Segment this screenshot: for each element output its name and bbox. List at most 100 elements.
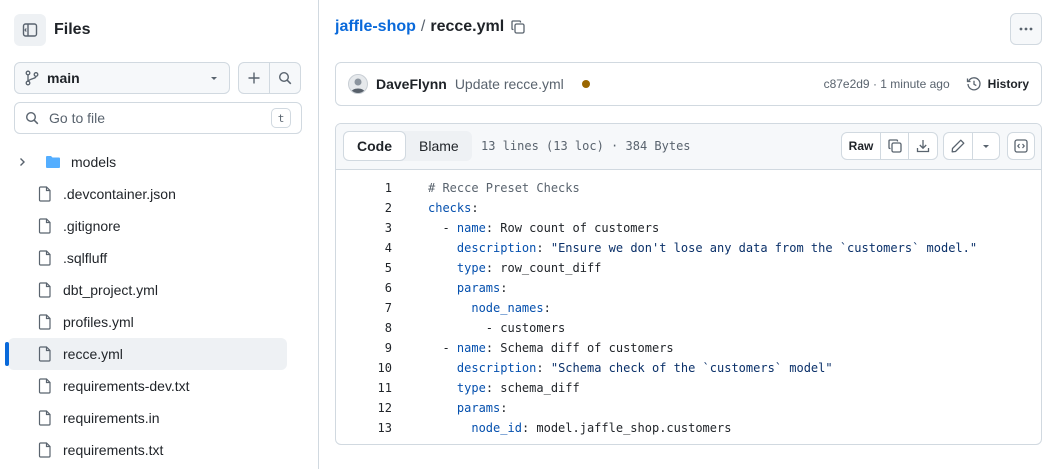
tree-file[interactable]: requirements.txt	[8, 434, 287, 466]
code-line: 11 type: schema_diff	[336, 378, 1041, 398]
commit-author[interactable]: DaveFlynn	[376, 76, 447, 92]
line-number[interactable]: 8	[336, 321, 392, 335]
code-token: description	[456, 361, 537, 375]
code-token: params	[456, 281, 501, 295]
edit-file-button[interactable]	[943, 132, 973, 160]
code-token: : Schema diff of customers	[485, 341, 674, 355]
copy-raw-button[interactable]	[880, 132, 909, 160]
tree-file[interactable]: dbt_project.yml	[8, 274, 287, 306]
history-label: History	[987, 77, 1029, 91]
line-number[interactable]: 9	[336, 341, 392, 355]
line-number[interactable]: 10	[336, 361, 392, 375]
code-line: 12 params:	[336, 398, 1041, 418]
line-number[interactable]: 5	[336, 261, 392, 275]
code-token: :	[543, 301, 551, 315]
go-to-file-placeholder: Go to file	[49, 110, 106, 126]
search-files-button[interactable]	[269, 62, 301, 94]
tree-file[interactable]: requirements.in	[8, 402, 287, 434]
line-number[interactable]: 3	[336, 221, 392, 235]
symbols-panel-button[interactable]	[1007, 132, 1035, 160]
tree-item-name: dbt_project.yml	[63, 282, 158, 298]
edit-options-dropdown[interactable]	[972, 132, 1000, 160]
code-line: 7 node_names:	[336, 298, 1041, 318]
branch-selector[interactable]: main	[14, 62, 230, 94]
code-line: 10 description: "Schema check of the `cu…	[336, 358, 1041, 378]
code-line: 6 params:	[336, 278, 1041, 298]
tree-item-name: requirements.txt	[63, 442, 164, 458]
line-content: params:	[428, 401, 508, 415]
history-button[interactable]: History	[966, 76, 1029, 92]
line-number[interactable]: 12	[336, 401, 392, 415]
file-view: jaffle-shop / recce.yml DaveFlynn Update…	[320, 0, 1059, 469]
tab-code[interactable]: Code	[343, 131, 406, 161]
tree-file[interactable]: profiles.yml	[8, 306, 287, 338]
go-to-file-input[interactable]: Go to file t	[14, 102, 302, 134]
tree-file[interactable]: requirements-dev.txt	[8, 370, 287, 402]
chevron-right-icon[interactable]	[14, 157, 30, 167]
file-tree: models .devcontainer.json .gitignore .sqlfl…	[0, 146, 319, 466]
branch-name: main	[47, 70, 80, 86]
commit-meta[interactable]: c87e2d9 · 1 minute ago	[824, 77, 950, 91]
line-number[interactable]: 13	[336, 421, 392, 435]
code-line: 8 - customers	[336, 318, 1041, 338]
code-token: node_id	[471, 421, 522, 435]
line-content: description: "Schema check of the `custo…	[428, 361, 833, 375]
line-content: type: row_count_diff	[428, 261, 602, 275]
history-icon	[966, 77, 981, 91]
code-token: name	[456, 341, 486, 355]
file-icon	[36, 378, 54, 394]
commit-status-dot[interactable]	[581, 80, 590, 88]
tree-item-name: models	[71, 154, 117, 170]
download-button[interactable]	[908, 132, 938, 160]
line-content: - name: Row count of customers	[428, 221, 659, 235]
tab-blame[interactable]: Blame	[406, 131, 472, 161]
line-content: # Recce Preset Checks	[428, 181, 580, 195]
code-token: :	[500, 401, 508, 415]
code-token: type	[456, 381, 486, 395]
triangle-down-icon	[211, 77, 217, 80]
more-options-button[interactable]	[1010, 13, 1042, 45]
code-token: node_names	[471, 301, 544, 315]
line-number[interactable]: 6	[336, 281, 392, 295]
tree-folder[interactable]: models	[8, 146, 287, 178]
copy-path-button[interactable]	[510, 19, 526, 35]
commit-message[interactable]: Update recce.yml	[455, 76, 564, 92]
line-number[interactable]: 11	[336, 381, 392, 395]
code-token: name	[456, 221, 486, 235]
file-icon	[36, 186, 54, 202]
code-viewer-header: Code Blame 13 lines (13 loc) · 384 Bytes…	[336, 124, 1041, 170]
file-info: 13 lines (13 loc) · 384 Bytes	[481, 139, 691, 153]
code-token: "Ensure we don't lose any data from the …	[550, 241, 978, 255]
code-content[interactable]: 1 # Recce Preset Checks 2 checks: 3 - name: …	[336, 178, 1041, 438]
file-icon	[36, 218, 54, 234]
line-number[interactable]: 4	[336, 241, 392, 255]
tree-file[interactable]: .sqlfluff	[8, 242, 287, 274]
line-number[interactable]: 2	[336, 201, 392, 215]
code-line: 13 node_id: model.jaffle_shop.customers	[336, 418, 1041, 438]
line-content: type: schema_diff	[428, 381, 580, 395]
collapse-sidebar-button[interactable]	[14, 14, 46, 46]
file-tree-sidebar: Files main Go to file t models .devcontai…	[0, 0, 319, 469]
code-token: : row_count_diff	[485, 261, 602, 275]
avatar[interactable]	[348, 74, 368, 94]
raw-button[interactable]: Raw	[841, 132, 881, 160]
tree-file[interactable]: .devcontainer.json	[8, 178, 287, 210]
code-token: : schema_diff	[485, 381, 580, 395]
sidebar-collapse-icon	[22, 23, 38, 37]
tree-file[interactable]: .gitignore	[8, 210, 287, 242]
line-number[interactable]: 7	[336, 301, 392, 315]
line-content: checks:	[428, 201, 479, 215]
code-token: description	[456, 241, 537, 255]
breadcrumb-repo-link[interactable]: jaffle-shop	[335, 18, 416, 36]
line-number[interactable]: 1	[336, 181, 392, 195]
breadcrumb: jaffle-shop / recce.yml	[335, 18, 526, 36]
tree-file[interactable]: recce.yml	[5, 338, 287, 370]
code-token: :	[536, 361, 551, 375]
tree-item-name: requirements-dev.txt	[63, 378, 190, 394]
add-file-button[interactable]	[238, 62, 270, 94]
latest-commit-bar: DaveFlynn Update recce.yml c87e2d9 · 1 m…	[335, 62, 1042, 106]
